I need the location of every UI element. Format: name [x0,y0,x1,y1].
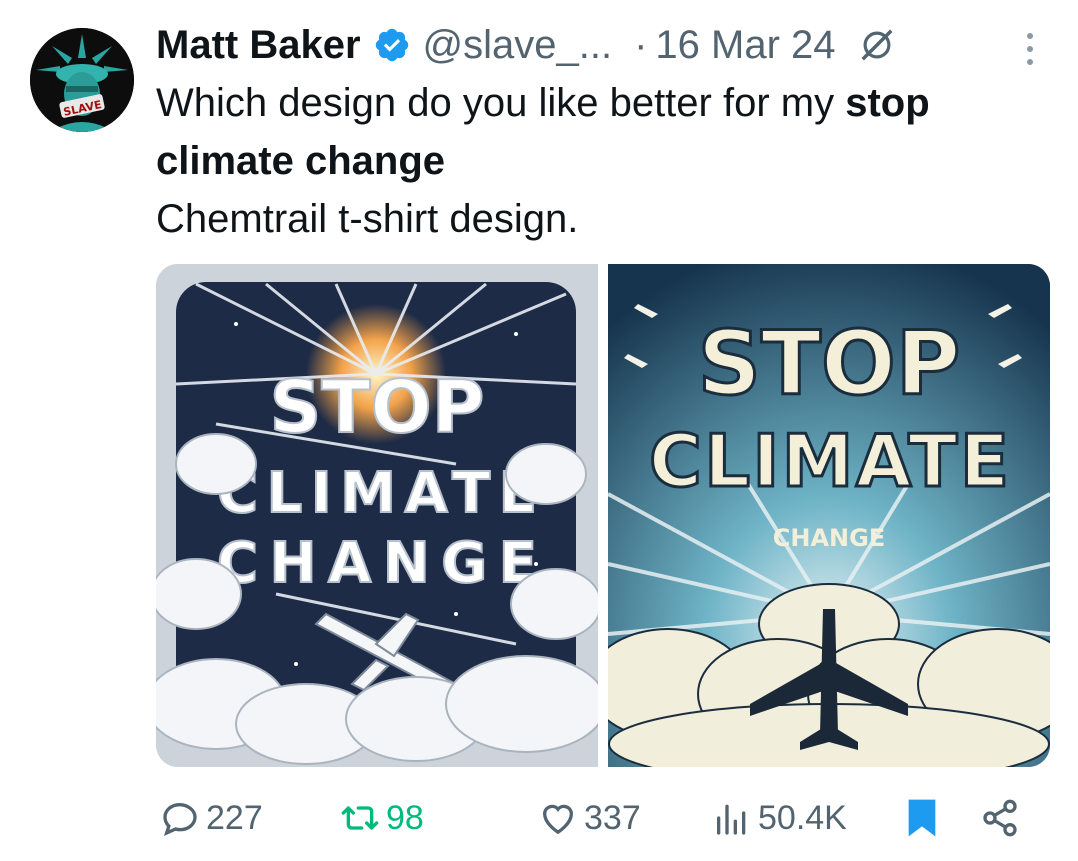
retweet-button[interactable]: 98 [340,790,424,846]
tweet-text-part-2: Chemtrail t-shirt design. [156,197,579,241]
bookmark-icon [908,799,936,837]
grok-icon[interactable] [858,26,896,64]
tweet-header: Matt Baker @slave_... · 16 Mar 24 [156,20,896,70]
bookmark-button[interactable] [902,790,948,846]
avatar-image: SLAVE [30,28,134,132]
verified-badge-icon[interactable] [373,26,411,64]
reply-icon [163,802,197,837]
media-image-right[interactable]: STOP CLIMATE CHANGE [608,264,1050,767]
share-icon [983,799,1017,837]
views-count: 50.4K [758,798,847,837]
reply-button[interactable]: 227 [160,790,263,846]
tweet-text-part-1: Which design do you like better for my [156,81,846,125]
media-image-left[interactable]: STOP CLIMATE CHANGE [156,264,598,767]
heart-icon [542,804,574,835]
avatar[interactable]: SLAVE [30,28,134,132]
views-button[interactable]: 50.4K [712,790,847,846]
right-title-word-1: STOP [698,312,961,415]
author-handle[interactable]: @slave_... [423,23,613,68]
action-bar: 227 98 337 50.4K [160,790,1040,846]
tweet-text: Which design do you like better for my s… [156,74,1056,248]
right-title-word-3: CHANGE [773,524,885,552]
reply-count: 227 [206,798,263,837]
like-button[interactable]: 337 [538,790,641,846]
more-dots-icon[interactable] [1018,26,1042,72]
retweet-icon [341,806,379,830]
views-icon [717,804,746,835]
author-name[interactable]: Matt Baker [156,23,361,68]
share-button[interactable] [980,790,1026,846]
tweet-date[interactable]: 16 Mar 24 [655,23,835,68]
left-title-word-1: STOP [270,365,485,449]
retweet-count: 98 [386,798,424,837]
like-count: 337 [584,798,641,837]
separator-dot: · [634,22,648,67]
media-grid: STOP CLIMATE CHANGE [156,264,1050,767]
